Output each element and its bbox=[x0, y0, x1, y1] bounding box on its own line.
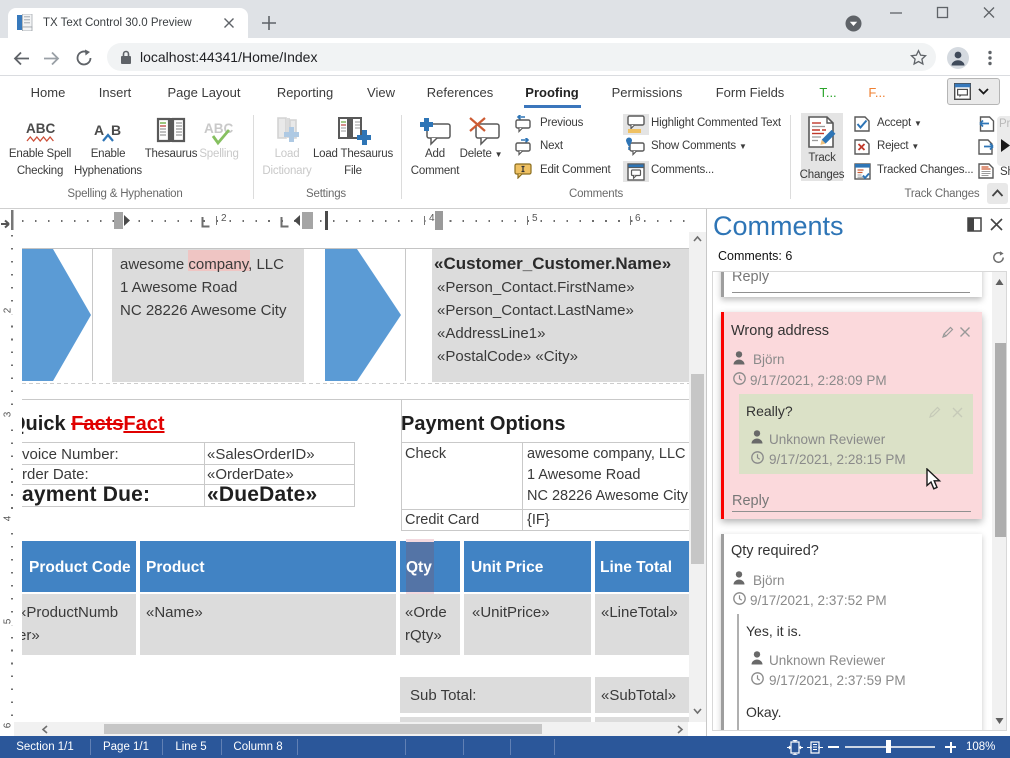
svg-text:B: B bbox=[111, 122, 121, 138]
svg-text:ABC: ABC bbox=[26, 121, 55, 136]
svg-text:ABC: ABC bbox=[204, 121, 233, 136]
svg-text:A: A bbox=[94, 122, 104, 138]
